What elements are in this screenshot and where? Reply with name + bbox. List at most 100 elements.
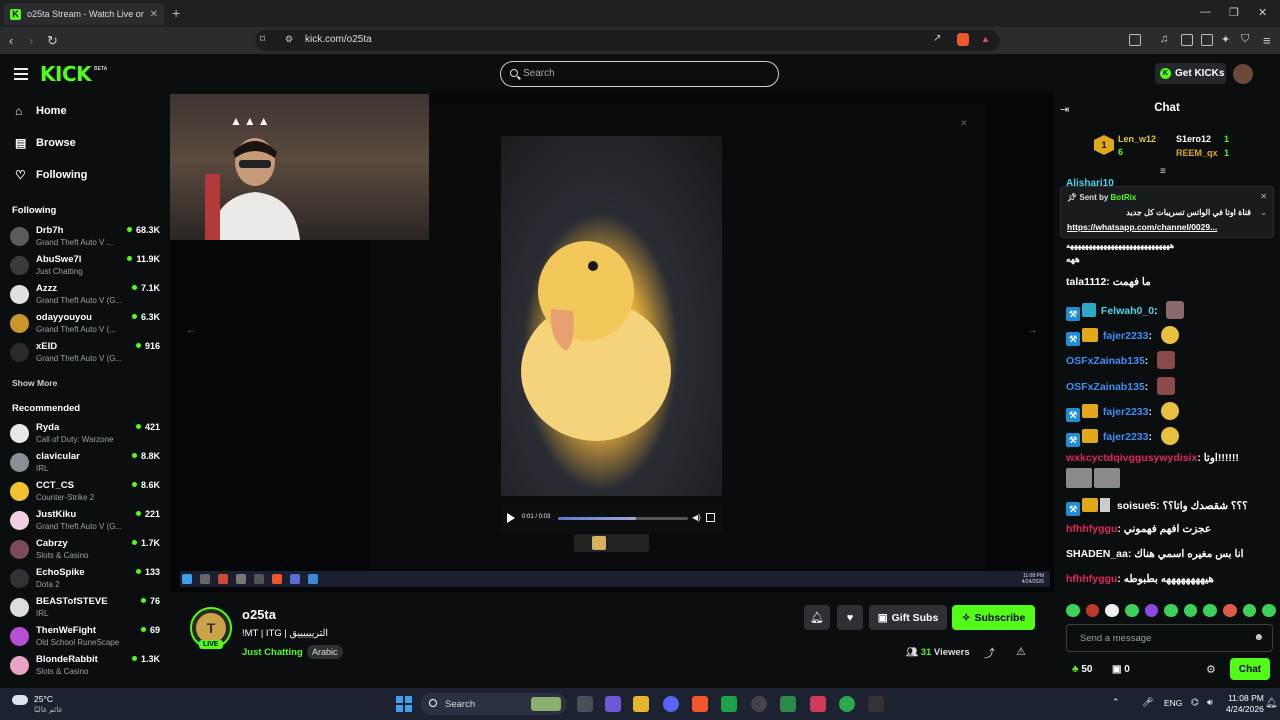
nav-following[interactable]: ♡ Following [15,168,87,182]
xbox-icon[interactable] [839,696,855,712]
chat-username[interactable]: hfhhfyggu [1066,573,1117,585]
weather-temperature[interactable]: 25°C [34,694,53,704]
following-channel[interactable]: odayyouyou Grand Theft Auto V (... 6.3K [10,310,160,338]
emote-icon[interactable] [1242,604,1257,617]
extension-icon[interactable] [1129,34,1141,46]
copilot-icon[interactable] [605,696,621,712]
recommended-channel[interactable]: BEASTofSTEVE IRL 76 [10,594,160,622]
notification-bell-icon[interactable]: 🔔︎ [1265,698,1278,709]
kick-logo[interactable]: KICK [40,62,92,86]
language-indicator[interactable]: ENG [1164,698,1182,708]
following-channel[interactable]: AbuSwe7l Just Chatting 11.9K [10,252,160,280]
chat-username[interactable]: soisue5 [1117,500,1156,512]
share-icon[interactable]: ⤴ [984,645,995,661]
recommended-channel[interactable]: clavicular IRL 8.8K [10,449,160,477]
get-kicks-button[interactable]: K Get KICKs [1155,63,1226,84]
show-more-button[interactable]: Show More [12,378,57,388]
emote-icon[interactable] [1144,604,1159,617]
emote-icon[interactable] [1203,604,1218,617]
task-view-icon[interactable] [577,696,593,712]
new-tab-icon[interactable]: + [172,5,180,21]
leo-ai-icon[interactable]: ✦ [1221,33,1230,46]
file-explorer-icon[interactable] [633,696,649,712]
forward-icon[interactable]: › [29,33,33,48]
speaker-icon[interactable]: 🔊︎ [1207,697,1213,708]
chat-username[interactable]: hfhhfyggu [1066,523,1117,535]
chat-settings-icon[interactable]: ⚙ [1206,663,1216,676]
chat-message-input[interactable]: Send a message ☻ [1066,624,1273,652]
reload-icon[interactable]: ↻ [47,33,58,49]
expand-pin-icon[interactable]: ⌄ [1260,208,1267,217]
recommended-channel[interactable]: Ryda Call of Duty: Warzone 421 [10,420,160,448]
minimize-icon[interactable]: — [1200,6,1211,18]
following-channel[interactable]: xEID Grand Theft Auto V (G... 916 [10,339,160,367]
user-avatar[interactable] [1233,64,1253,84]
emote-icon[interactable] [1124,604,1139,617]
app-icon[interactable] [751,696,767,712]
chat-username[interactable]: fajer2233 [1103,431,1149,443]
inventory-button[interactable]: ▣ 0 [1112,664,1130,675]
nav-browse[interactable]: ▤ Browse [15,136,76,150]
taskbar-clock[interactable]: 11:08 PM 4/24/2026 [1226,693,1264,715]
emote-icon[interactable] [1164,604,1178,617]
chat-username[interactable]: Felwah0_0 [1101,305,1154,317]
emoji-icon[interactable]: ☻ [1253,632,1264,643]
wallet-icon[interactable] [1201,34,1213,46]
pinned-link[interactable]: https://whatsapp.com/channel/0029... [1067,222,1217,232]
notifications-button[interactable]: 🔔︎ [804,605,830,630]
recommended-channel[interactable]: EchoSpike Dota 2 133 [10,565,160,593]
emote-icon[interactable] [1085,604,1100,617]
vpn-icon[interactable]: ⛉ [1241,33,1249,46]
streamer-name[interactable]: o25ta [242,607,276,622]
brave-shields-icon[interactable] [957,33,969,46]
kicks-balance[interactable]: ♣ 50 [1072,664,1092,675]
discord-icon[interactable] [663,696,679,712]
emote-icon[interactable] [1262,604,1277,617]
recommended-channel[interactable]: JustKiku Grand Theft Auto V (G... 221 [10,507,160,535]
recommended-channel[interactable]: BlondeRabbit Slots & Casino 1.3K [10,652,160,680]
microphone-icon[interactable]: 🎤︎ [1142,697,1153,708]
volume-icon[interactable]: ◀) [692,513,701,522]
site-info-icon[interactable]: ⚙ [285,34,293,45]
sidebar-icon[interactable] [1181,34,1193,46]
music-icon[interactable]: ♫ [1160,33,1168,45]
bookmark-icon[interactable]: ⌑ [260,34,265,45]
chat-username[interactable]: fajer2233 [1103,406,1149,418]
follow-button[interactable]: ♥ [837,605,863,630]
hamburger-menu-icon[interactable] [14,68,28,80]
gift-subs-button[interactable]: ▣ Gift Subs [869,605,947,630]
emote-icon[interactable] [1223,604,1237,617]
video-progress-bar[interactable] [558,517,688,520]
excel-icon[interactable] [780,696,796,712]
chat-send-button[interactable]: Chat [1230,658,1270,680]
report-icon[interactable]: ⚠ [1016,645,1026,658]
back-icon[interactable]: ‹ [9,33,13,48]
windows-start-icon[interactable] [396,696,412,712]
app-icon[interactable] [810,696,826,712]
network-icon[interactable]: ⌬ [1191,697,1199,708]
chat-username[interactable]: wxkcyctdqivggusywydisix [1066,452,1197,464]
stream-category[interactable]: Just Chatting [242,647,303,658]
emote-icon[interactable] [1105,604,1119,617]
emote-icon[interactable] [1066,604,1080,617]
recommended-channel[interactable]: ThenWeFight Old School RuneScape 69 [10,623,160,651]
recommended-channel[interactable]: CCT_CS Counter-Strike 2 8.6K [10,478,160,506]
taskbar-search[interactable]: Search [421,693,567,715]
stream-tag[interactable]: Arabic [307,645,343,659]
chat-username[interactable]: SHADEN_aa [1066,548,1128,560]
nav-home[interactable]: ⌂ Home [15,104,67,118]
chat-username[interactable]: fajer2233 [1103,330,1149,342]
search-input[interactable]: Search [500,61,779,87]
tab-close-icon[interactable]: ✕ [150,9,158,20]
close-window-icon[interactable]: ✕ [1258,6,1267,19]
recommended-channel[interactable]: Cabrzy Slots & Casino 1.7K [10,536,160,564]
chat-username[interactable]: OSFxZainab135 [1066,381,1145,393]
video-player[interactable]: ✕ — ❐ ✕ ▲▲▲ 0:01 / 0:03 ◀) ← → [170,94,1054,592]
subscribe-button[interactable]: ✧ Subscribe [952,605,1035,630]
unpin-icon[interactable]: ✕ [1260,192,1267,201]
chat-username[interactable]: tala1112 [1066,276,1106,288]
following-channel[interactable]: Azzz Grand Theft Auto V (G... 7.1K [10,281,160,309]
fullscreen-icon[interactable] [706,513,715,522]
app-icon[interactable] [721,696,737,712]
menu-icon[interactable]: ≡ [1263,33,1271,48]
